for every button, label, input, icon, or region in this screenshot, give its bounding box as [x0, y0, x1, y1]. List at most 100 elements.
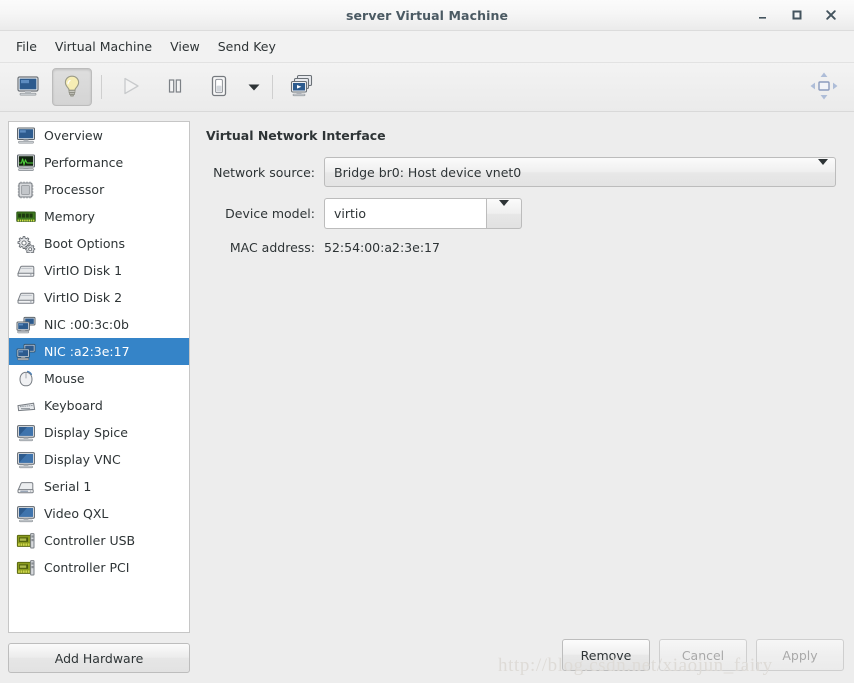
minimize-button[interactable] [746, 1, 780, 29]
action-buttons: Remove Cancel Apply [562, 639, 844, 671]
sidebar-item-serial-1[interactable]: Serial 1 [9, 473, 189, 500]
chevron-down-icon [818, 158, 828, 180]
sidebar-item-processor[interactable]: Processor [9, 176, 189, 203]
toolbar [0, 63, 854, 112]
network-icon [15, 315, 37, 335]
sidebar-item-label: Processor [44, 182, 105, 197]
device-model-label: Device model: [225, 206, 315, 221]
maximize-button[interactable] [780, 1, 814, 29]
graph-icon [15, 153, 37, 173]
sidebar-item-virtio-disk-1[interactable]: VirtIO Disk 1 [9, 257, 189, 284]
add-hardware-button[interactable]: Add Hardware [8, 643, 190, 673]
menu-file[interactable]: File [7, 36, 46, 57]
menu-view[interactable]: View [161, 36, 209, 57]
sidebar-item-label: NIC :a2:3e:17 [44, 344, 130, 359]
pause-icon [164, 75, 186, 100]
mac-address-value: 52:54:00:a2:3e:17 [324, 240, 440, 255]
sidebar-item-video-qxl[interactable]: Video QXL [9, 500, 189, 527]
device-model-input[interactable]: virtio [324, 198, 486, 229]
sidebar-item-label: Controller PCI [44, 560, 130, 575]
cancel-label: Cancel [681, 647, 725, 663]
hardware-list[interactable]: Overview Performance Processor Memory Bo… [8, 121, 190, 633]
sidebar-item-label: VirtIO Disk 2 [44, 290, 123, 305]
sidebar-item-nic-003c0b[interactable]: NIC :00:3c:0b [9, 311, 189, 338]
sidebar-item-label: Keyboard [44, 398, 103, 413]
mac-address-row: MAC address: 52:54:00:a2:3e:17 [206, 240, 844, 255]
device-model-row: Device model: virtio [206, 198, 844, 229]
menu-send-key[interactable]: Send Key [209, 36, 285, 57]
device-model-value: virtio [334, 206, 367, 221]
network-source-row: Network source: Bridge br0: Host device … [206, 157, 844, 187]
title-bar: server Virtual Machine [0, 0, 854, 31]
sidebar-item-display-vnc[interactable]: Display VNC [9, 446, 189, 473]
chevron-down-icon [499, 200, 509, 221]
toolbar-separator-1 [101, 75, 102, 99]
disk-icon [15, 261, 37, 281]
sidebar-item-label: Serial 1 [44, 479, 92, 494]
card-icon [15, 558, 37, 578]
display-icon [15, 423, 37, 443]
snapshots-button[interactable] [282, 68, 322, 106]
close-icon [825, 9, 837, 21]
apply-label: Apply [782, 647, 818, 663]
sidebar-item-controller-pci[interactable]: Controller PCI [9, 554, 189, 581]
toolbar-separator-2 [272, 75, 273, 99]
sidebar-item-label: Performance [44, 155, 124, 170]
card-icon [15, 531, 37, 551]
sidebar-item-overview[interactable]: Overview [9, 122, 189, 149]
monitor-icon [15, 126, 37, 146]
shutdown-button[interactable] [199, 68, 239, 106]
sidebar-item-label: Mouse [44, 371, 85, 386]
network-source-combo[interactable]: Bridge br0: Host device vnet0 [324, 157, 836, 187]
sidebar-item-keyboard[interactable]: Keyboard [9, 392, 189, 419]
sidebar-item-label: VirtIO Disk 1 [44, 263, 123, 278]
sidebar-item-label: NIC :00:3c:0b [44, 317, 129, 332]
sidebar-item-label: Video QXL [44, 506, 109, 521]
display-icon [15, 504, 37, 524]
play-icon [120, 75, 142, 100]
sidebar-item-performance[interactable]: Performance [9, 149, 189, 176]
shutdown-menu-button[interactable] [243, 69, 265, 105]
show-details-button[interactable] [52, 68, 92, 106]
maximize-icon [791, 9, 803, 21]
sidebar-item-display-spice[interactable]: Display Spice [9, 419, 189, 446]
gears-icon [15, 234, 37, 254]
remove-button[interactable]: Remove [562, 639, 650, 671]
cancel-button[interactable]: Cancel [659, 639, 747, 671]
sidebar-item-label: Memory [44, 209, 95, 224]
sidebar-item-nic-a23e17[interactable]: NIC :a2:3e:17 [9, 338, 189, 365]
sidebar-item-label: Display VNC [44, 452, 121, 467]
sidebar: Overview Performance Processor Memory Bo… [0, 112, 190, 683]
close-button[interactable] [814, 1, 848, 29]
mac-address-label: MAC address: [229, 240, 315, 255]
show-console-button[interactable] [8, 68, 48, 106]
device-model-combo[interactable]: virtio [324, 198, 522, 229]
network-icon [15, 342, 37, 362]
sidebar-item-boot-options[interactable]: Boot Options [9, 230, 189, 257]
pause-button[interactable] [155, 68, 195, 106]
lightbulb-icon [61, 74, 83, 101]
apply-button[interactable]: Apply [756, 639, 844, 671]
fullscreen-button[interactable] [804, 69, 844, 105]
resize-arrows-icon [809, 71, 839, 104]
sidebar-item-mouse[interactable]: Mouse [9, 365, 189, 392]
sidebar-item-label: Boot Options [44, 236, 125, 251]
content-area: Overview Performance Processor Memory Bo… [0, 112, 854, 683]
menu-virtual-machine[interactable]: Virtual Machine [46, 36, 161, 57]
network-source-label: Network source: [213, 164, 315, 180]
sidebar-item-memory[interactable]: Memory [9, 203, 189, 230]
device-model-dropdown-button[interactable] [486, 198, 522, 229]
mouse-icon [15, 369, 37, 389]
window-title: server Virtual Machine [345, 7, 509, 23]
network-source-value: Bridge br0: Host device vnet0 [334, 164, 522, 180]
run-button[interactable] [111, 68, 151, 106]
sidebar-item-virtio-disk-2[interactable]: VirtIO Disk 2 [9, 284, 189, 311]
serial-icon [15, 477, 37, 497]
virt-manager-window: server Virtual Machine File Virtual Mach… [0, 0, 854, 683]
window-controls [746, 0, 848, 30]
sidebar-item-label: Overview [44, 128, 103, 143]
disk-icon [15, 288, 37, 308]
main-panel: Virtual Network Interface Network source… [190, 112, 854, 683]
sidebar-item-controller-usb[interactable]: Controller USB [9, 527, 189, 554]
power-switch-icon [208, 74, 230, 101]
